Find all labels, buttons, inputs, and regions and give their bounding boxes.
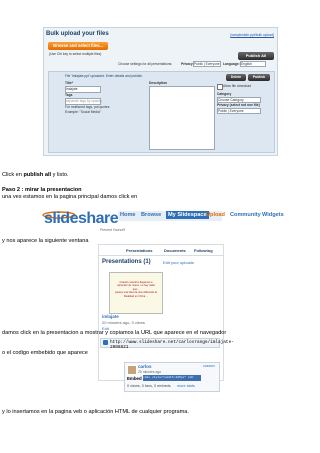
step2-heading: Paso 2 : mirar la presentacion	[2, 187, 82, 193]
browse-hint: (Use Ctrl key to select multiple files)	[49, 52, 102, 56]
language-select[interactable]: English	[240, 61, 266, 67]
allow-download-label: Allow file download	[223, 84, 252, 88]
bulk-upload-screenshot: Bulk upload your files [sampleslide.ppt/…	[43, 27, 278, 156]
edit-uploads-link[interactable]: Edit your uploads	[163, 260, 194, 265]
file-status: File 'Imlajate.ppt' uploaded. Enter deta…	[65, 74, 143, 78]
presentation-title-link[interactable]: imlajate	[102, 314, 119, 319]
presentations-panel: Presentations Documents Following Presen…	[98, 244, 224, 381]
privacy2-select[interactable]: Public | Everyone	[217, 108, 261, 114]
embed-user-time: 20 minutes ago	[138, 370, 162, 374]
browser-url-bar: http://www.slideshare.net/carlosrange/im…	[100, 338, 234, 350]
nav-home[interactable]: Home	[120, 212, 136, 218]
nav-my-slidespace[interactable]: My Slidespace	[166, 211, 209, 219]
step2-description: una ves estamos en la pagina principal d…	[2, 194, 138, 200]
delete-button[interactable]: Delete	[226, 74, 246, 81]
tags-label: Tags	[65, 93, 73, 97]
description-label: Description	[149, 81, 168, 85]
window-caption: y nos aparece la siguiente ventana	[2, 238, 89, 244]
favicon-icon	[103, 340, 108, 345]
privacy-select[interactable]: Public | Everyone	[193, 61, 221, 67]
upload-header-link[interactable]: [sampleslide.ppt/bulk upload]	[230, 33, 274, 37]
embed-instruction: o el codigo embebido que aparece	[2, 350, 88, 356]
publish-all-instruction: Click en publish all y listo.	[2, 172, 69, 178]
embed-label: Embed	[127, 376, 142, 381]
title-input[interactable]: Imlajate	[65, 86, 101, 93]
upload-header: Bulk upload your files	[46, 31, 109, 37]
embed-stats: 0 views, 0 favs, 0 embeds	[127, 384, 171, 388]
presentation-thumbnail[interactable]: Cuando nosotros llegamos a aprender de n…	[109, 272, 163, 314]
avatar	[127, 365, 137, 375]
privacy-label: Privacy:	[181, 62, 194, 66]
title-label: Title*	[65, 81, 74, 85]
tabs-divider	[99, 255, 223, 256]
browse-button[interactable]: Browse and select files...	[48, 42, 108, 50]
nav-browse[interactable]: Browse	[141, 212, 161, 218]
tab-following[interactable]: Following	[194, 248, 213, 253]
insert-instruction: y lo insertamos en la pagina veb o aplic…	[2, 409, 189, 415]
nav-community[interactable]: Community	[230, 212, 261, 218]
tags-input[interactable]: separate tags by spaces	[65, 98, 102, 105]
publish-all-button[interactable]: Publish All	[238, 52, 274, 60]
embed-code-field[interactable]: <div style="width:425px" id=	[143, 375, 201, 381]
slideshare-tagline: Present Yourself	[100, 228, 125, 232]
tab-presentations[interactable]: Presentations	[126, 248, 152, 253]
embed-user[interactable]: carlos	[138, 364, 152, 369]
tags-hint: For multiword tags, put quotes	[65, 105, 110, 109]
slideshare-logo: slideshare	[44, 210, 119, 227]
publish-button[interactable]: Publish	[248, 74, 270, 81]
tags-example: Example: "Social Media"	[65, 110, 101, 114]
more-stats-link[interactable]: more stats	[177, 384, 195, 388]
presentation-meta: 20 minutes ago, 0 views	[102, 320, 145, 325]
language-label: Language:	[223, 62, 240, 66]
presentations-heading: Presentations (1)	[102, 259, 151, 265]
tab-documents[interactable]: Documents	[164, 248, 186, 253]
choose-settings-label: Choose settings for all presentations:	[118, 62, 173, 66]
privacy2-label: Privacy (select not one file)	[217, 103, 260, 107]
nav-upload[interactable]: Upload	[206, 212, 225, 218]
nav-widgets[interactable]: Widgets	[262, 212, 284, 218]
thumbnail-text: Cuando nosotros llegamos a aprender de n…	[115, 281, 157, 298]
category-label: Category	[217, 92, 232, 96]
description-textarea[interactable]	[149, 86, 215, 150]
copy-url-instruction: damos click en la presentacion a mostrar…	[2, 330, 227, 336]
embed-custom-link[interactable]: custom	[203, 364, 215, 368]
url-text[interactable]: http://www.slideshare.net/carlosrange/im…	[110, 340, 234, 350]
file-detail-panel: File 'Imlajate.ppt' uploaded. Enter deta…	[48, 71, 275, 153]
embed-box: carlos 20 minutes ago custom Embed <div …	[124, 362, 220, 392]
